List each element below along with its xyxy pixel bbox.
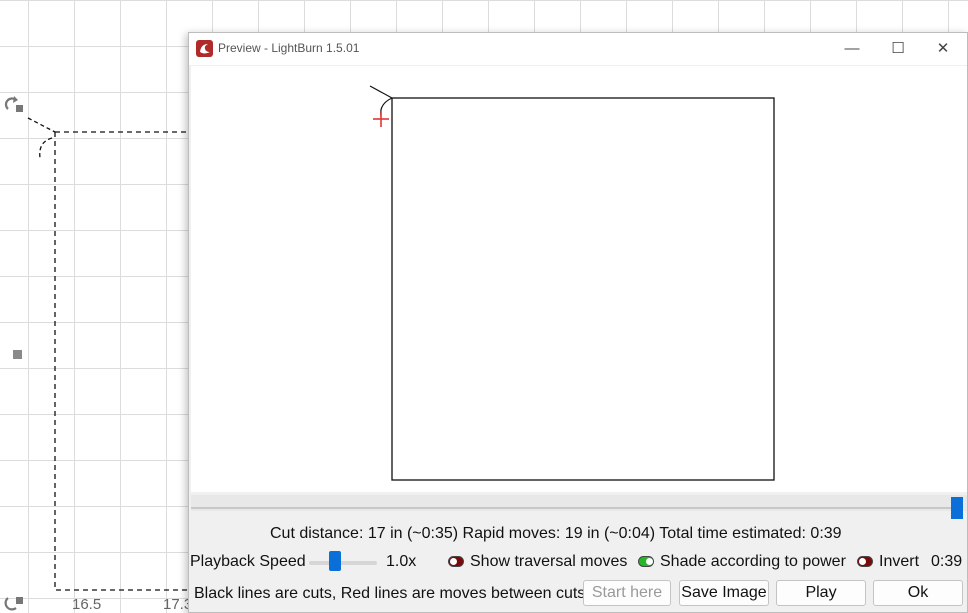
preview-drawing bbox=[369, 85, 775, 481]
ruler-label: 16.5 bbox=[72, 596, 102, 613]
estimate-stats: Cut distance: 17 in (~0:35) Rapid moves:… bbox=[270, 525, 842, 542]
show-traversal-label[interactable]: Show traversal moves bbox=[470, 553, 627, 571]
shade-power-toggle[interactable] bbox=[638, 556, 654, 567]
cut-path-square bbox=[391, 97, 775, 481]
close-button[interactable]: ✕ bbox=[920, 33, 966, 63]
dashed-shape-left-edge bbox=[54, 132, 188, 591]
maximize-icon: ☐ bbox=[891, 40, 905, 57]
playback-speed-slider[interactable] bbox=[309, 551, 377, 571]
ok-button[interactable]: Ok bbox=[873, 580, 963, 606]
playback-speed-label: Playback Speed bbox=[190, 553, 306, 570]
rotate-handle-icon bbox=[4, 96, 23, 112]
window-title: Preview - LightBurn 1.5.01 bbox=[218, 41, 360, 55]
preview-window: Preview - LightBurn 1.5.01 — ☐ ✕ Cut dis… bbox=[188, 32, 968, 613]
start-here-button[interactable]: Start here bbox=[583, 580, 671, 606]
toggle-knob bbox=[859, 558, 866, 565]
playback-speed-value: 1.0x bbox=[386, 553, 417, 570]
toggle-knob bbox=[646, 558, 653, 565]
minimize-icon: — bbox=[844, 39, 860, 57]
line-legend: Black lines are cuts, Red lines are move… bbox=[194, 585, 586, 602]
shade-power-label[interactable]: Shade according to power bbox=[660, 553, 846, 571]
scrubber-handle[interactable] bbox=[951, 497, 963, 519]
play-button[interactable]: Play bbox=[776, 580, 866, 606]
close-icon: ✕ bbox=[936, 40, 950, 57]
speed-slider-thumb[interactable] bbox=[329, 551, 341, 571]
show-traversal-toggle[interactable] bbox=[448, 556, 464, 567]
title-bar[interactable]: Preview - LightBurn 1.5.01 — ☐ ✕ bbox=[189, 33, 967, 65]
current-time-readout: 0:39 bbox=[931, 553, 963, 570]
lead-in-line bbox=[369, 85, 393, 99]
toggle-knob bbox=[450, 558, 457, 565]
save-image-button[interactable]: Save Image bbox=[679, 580, 769, 606]
lead-in-line bbox=[27, 117, 56, 133]
current-position-marker-icon bbox=[373, 111, 389, 127]
rotate-handle-bottom-icon bbox=[4, 597, 23, 611]
lightburn-logo-icon bbox=[196, 40, 213, 57]
lead-in-arc bbox=[380, 97, 393, 117]
progress-scrubber[interactable] bbox=[191, 495, 967, 519]
invert-label[interactable]: Invert bbox=[879, 553, 919, 571]
scrubber-track bbox=[191, 507, 951, 509]
maximize-button[interactable]: ☐ bbox=[875, 33, 921, 63]
invert-toggle[interactable] bbox=[857, 556, 873, 567]
speed-slider-track bbox=[309, 561, 377, 565]
preview-canvas[interactable] bbox=[191, 66, 967, 492]
minimize-button[interactable]: — bbox=[829, 33, 875, 63]
lead-in-arc bbox=[39, 137, 53, 159]
scale-handle-left[interactable] bbox=[13, 350, 22, 359]
